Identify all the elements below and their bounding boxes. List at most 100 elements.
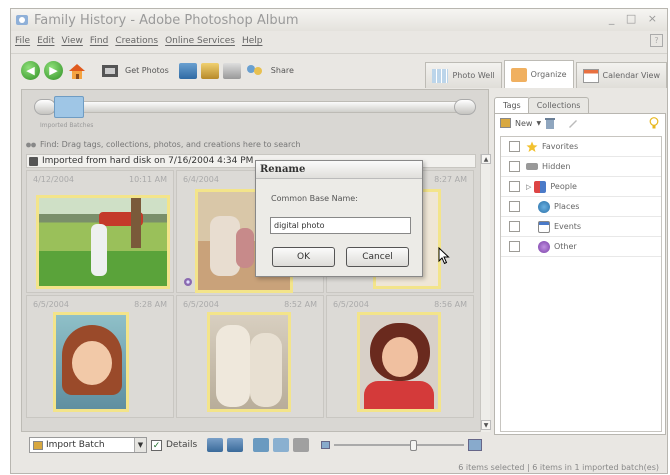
lightbulb-icon[interactable] xyxy=(649,117,659,129)
fix-photo-icon[interactable] xyxy=(178,62,197,79)
rename-dialog: Rename Common Base Name: OK Cancel xyxy=(255,160,423,277)
forward-button[interactable]: ▶ xyxy=(44,61,63,80)
menu-creations[interactable]: Creations xyxy=(115,36,158,46)
share-icon[interactable] xyxy=(245,63,265,79)
help-button[interactable]: ? xyxy=(650,34,663,47)
menu-find[interactable]: Find xyxy=(90,36,108,46)
tab-calendar-view[interactable]: Calendar View xyxy=(575,62,667,88)
slider-track xyxy=(334,444,465,446)
small-thumbnails-icon[interactable] xyxy=(273,438,290,452)
tab-calendar-view-label: Calendar View xyxy=(602,71,661,80)
rotate-left-icon[interactable] xyxy=(207,438,224,452)
face-shape xyxy=(382,337,418,377)
bottom-toolbar: Import Batch ▼ ✓ Details xyxy=(21,435,495,455)
mouse-cursor-icon xyxy=(438,247,450,265)
base-name-label: Common Base Name: xyxy=(271,194,358,203)
new-tag-button[interactable]: New xyxy=(515,119,532,128)
details-checkbox[interactable]: ✓ xyxy=(151,439,162,451)
tab-photo-well[interactable]: Photo Well xyxy=(425,62,502,88)
tab-collections[interactable]: Collections xyxy=(527,97,590,113)
window-controls[interactable]: _ □ × xyxy=(609,12,661,25)
tag-row-places[interactable]: Places xyxy=(501,197,661,217)
photo-cell[interactable]: 6/5/2004 8:52 AM xyxy=(176,295,324,418)
scroll-up-button[interactable]: ▲ xyxy=(481,154,491,164)
toolbar: ◀ ▶ Get Photos Share Photo Well Organize… xyxy=(11,53,667,88)
get-photos-icon[interactable] xyxy=(101,63,119,79)
timeline[interactable]: Imported Batches xyxy=(26,94,481,134)
photo-thumbnail[interactable] xyxy=(36,195,170,289)
menu-view[interactable]: View xyxy=(62,36,83,46)
photo-cell[interactable]: 4/12/2004 10:11 AM xyxy=(26,170,174,293)
photo-thumbnail[interactable] xyxy=(207,312,291,412)
menu-edit[interactable]: Edit xyxy=(37,36,54,46)
menu-online-services[interactable]: Online Services xyxy=(165,36,235,46)
tag-row-events[interactable]: Events xyxy=(501,217,661,237)
base-name-input[interactable] xyxy=(270,217,411,234)
ok-button[interactable]: OK xyxy=(272,247,335,267)
details-label: Details xyxy=(166,440,198,450)
menu-bar: File Edit View Find Creations Online Ser… xyxy=(11,32,667,50)
rotate-right-icon[interactable] xyxy=(227,438,244,452)
photo-cell[interactable]: 6/5/2004 8:28 AM xyxy=(26,295,174,418)
menu-file[interactable]: File xyxy=(15,36,30,46)
tab-organize[interactable]: Organize xyxy=(503,60,574,88)
find-bar[interactable]: Find: Drag tags, collections, photos, an… xyxy=(26,138,484,150)
share-button[interactable]: Share xyxy=(271,66,294,75)
tag-checkbox[interactable] xyxy=(509,141,520,152)
tag-row-favorites[interactable]: Favorites xyxy=(501,137,661,157)
tag-label: People xyxy=(550,182,577,191)
photo-thumbnail[interactable] xyxy=(357,312,441,412)
tab-tags[interactable]: Tags xyxy=(494,97,530,113)
chevron-down-icon[interactable]: ▼ xyxy=(536,120,541,127)
tag-checkbox[interactable] xyxy=(509,181,520,192)
photo-thumbnail[interactable] xyxy=(53,312,129,412)
date-view-icon[interactable] xyxy=(293,438,310,452)
tag-checkbox[interactable] xyxy=(509,161,520,172)
cancel-button[interactable]: Cancel xyxy=(346,247,409,267)
slider-thumb[interactable] xyxy=(410,440,418,451)
new-tag-icon xyxy=(500,118,511,128)
timeline-track[interactable] xyxy=(46,101,466,113)
photo-cell[interactable]: 6/5/2004 8:56 AM xyxy=(326,295,474,418)
photo-time: 10:11 AM xyxy=(129,175,167,184)
timeline-left-end[interactable] xyxy=(34,99,56,115)
dialog-title: Rename xyxy=(256,161,422,179)
tag-row-hidden[interactable]: Hidden xyxy=(501,157,661,177)
binoculars-icon xyxy=(26,142,36,148)
menu-help[interactable]: Help xyxy=(242,36,263,46)
arrangement-select[interactable]: Import Batch ▼ xyxy=(29,437,147,453)
home-icon[interactable] xyxy=(67,62,87,80)
hidden-icon xyxy=(526,163,538,170)
tag-row-other[interactable]: Other xyxy=(501,237,661,257)
tag-label: Events xyxy=(554,222,582,231)
get-photos-button[interactable]: Get Photos xyxy=(125,66,169,75)
photo-date: 6/5/2004 xyxy=(333,300,369,309)
single-photo-icon[interactable] xyxy=(253,438,270,452)
chevron-down-icon: ▼ xyxy=(134,438,146,452)
tag-row-people[interactable]: ▷ People xyxy=(501,177,661,197)
tag-checkbox[interactable] xyxy=(509,201,520,212)
tag-checkbox[interactable] xyxy=(509,221,520,232)
status-text: 6 items selected | 6 items in 1 imported… xyxy=(458,462,659,472)
scroll-down-button[interactable]: ▼ xyxy=(481,420,491,430)
photo-time: 8:28 AM xyxy=(134,300,167,309)
tag-label: Places xyxy=(554,202,580,211)
zoom-out-icon[interactable] xyxy=(321,441,331,449)
vertical-scrollbar[interactable]: ▲ ▼ xyxy=(480,154,491,432)
calendar-icon xyxy=(538,220,550,233)
timeline-batch-marker[interactable] xyxy=(54,96,84,118)
back-button[interactable]: ◀ xyxy=(21,61,40,80)
zoom-in-icon[interactable] xyxy=(468,439,483,451)
organize-icon xyxy=(510,67,527,82)
create-icon[interactable] xyxy=(200,62,219,79)
thumbnail-size-slider[interactable] xyxy=(334,438,465,452)
photo-time: 8:56 AM xyxy=(434,300,467,309)
expand-arrow-icon[interactable]: ▷ xyxy=(526,183,531,191)
calendar-icon xyxy=(582,68,599,83)
photo-date: 4/12/2004 xyxy=(33,175,75,184)
trash-icon[interactable] xyxy=(545,117,556,129)
edit-icon[interactable] xyxy=(567,117,579,129)
timeline-right-end[interactable] xyxy=(454,99,476,115)
tag-checkbox[interactable] xyxy=(509,241,520,252)
print-icon[interactable] xyxy=(222,62,241,79)
